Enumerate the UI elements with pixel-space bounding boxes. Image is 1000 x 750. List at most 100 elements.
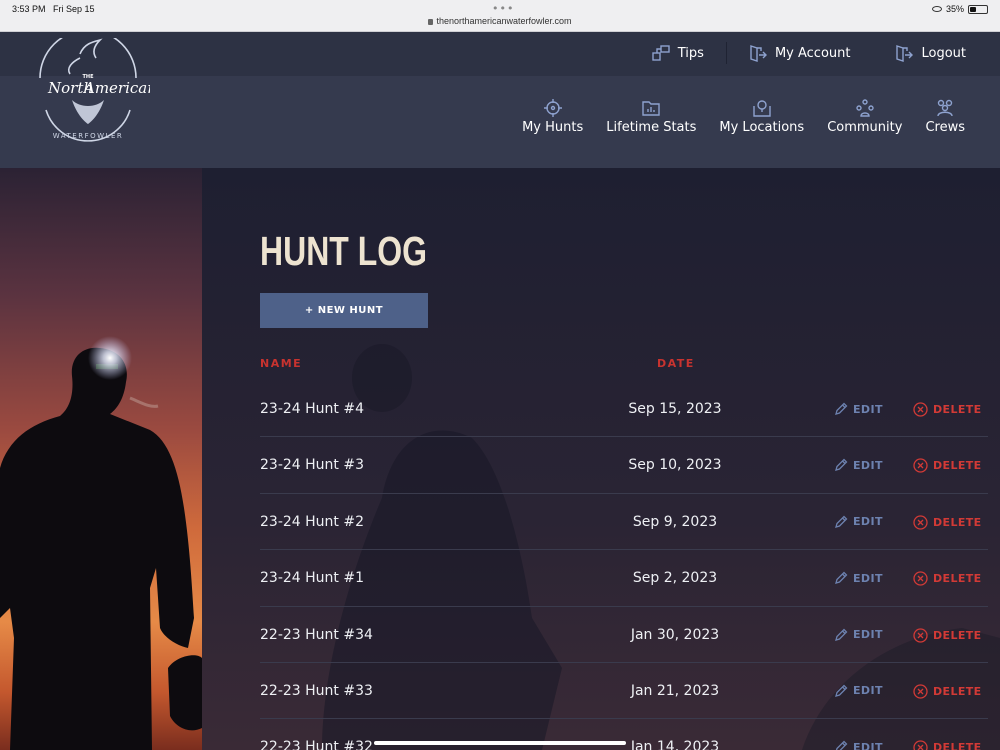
pencil-icon <box>835 402 848 415</box>
tips-label: Tips <box>677 45 704 61</box>
hunt-name[interactable]: 23-24 Hunt #3 <box>260 457 364 473</box>
delete-label: DELETE <box>933 628 982 642</box>
edit-button[interactable]: EDIT <box>834 458 883 472</box>
close-circle-icon <box>913 402 928 417</box>
page-title: HUNT LOG <box>260 228 427 274</box>
edit-label: EDIT <box>853 515 883 529</box>
hunt-date: Jan 30, 2023 <box>630 626 720 643</box>
hunt-row[interactable]: 23-24 Hunt #2 Sep 9, 2023 EDIT DELETE <box>260 494 988 551</box>
hunt-row[interactable]: 22-23 Hunt #33 Jan 21, 2023 EDIT DELETE <box>260 663 988 720</box>
nav-my-locations[interactable]: My Locations <box>719 98 804 135</box>
main-nav: My Hunts Lifetime Stats My Locations Com… <box>522 98 965 135</box>
hunt-date: Sep 2, 2023 <box>632 570 718 587</box>
multitask-dots-icon[interactable]: ••• <box>492 2 514 15</box>
util-divider <box>725 42 727 64</box>
hunt-date: Sep 15, 2023 <box>628 401 722 417</box>
close-circle-icon <box>913 458 928 474</box>
hunt-name[interactable]: 22-23 Hunt #33 <box>260 683 373 699</box>
hunt-date: Sep 10, 2023 <box>628 457 722 474</box>
edit-label: EDIT <box>853 684 883 698</box>
delete-button[interactable]: DELETE <box>913 458 982 474</box>
delete-label: DELETE <box>933 403 982 416</box>
delete-button[interactable]: DELETE <box>913 402 982 417</box>
edit-button[interactable]: EDIT <box>834 684 883 698</box>
nav-lifetime-stats[interactable]: Lifetime Stats <box>606 98 696 135</box>
pencil-icon <box>835 740 848 750</box>
crosshair-icon <box>543 99 562 117</box>
logout-link[interactable]: Logout <box>895 44 966 62</box>
edit-button[interactable]: EDIT <box>834 402 883 416</box>
edit-button[interactable]: EDIT <box>834 515 883 529</box>
tips-icon <box>652 45 670 61</box>
delete-button[interactable]: DELETE <box>913 684 982 699</box>
home-indicator[interactable] <box>374 741 626 745</box>
pencil-icon <box>835 458 848 472</box>
hunt-name[interactable]: 23-24 Hunt #2 <box>260 514 364 530</box>
hunter-silhouette-image <box>0 336 202 750</box>
battery-icon <box>968 4 988 14</box>
edit-label: EDIT <box>853 458 883 472</box>
hunt-name[interactable]: 22-23 Hunt #32 <box>260 739 373 750</box>
delete-label: DELETE <box>933 572 982 586</box>
new-hunt-button[interactable]: + NEW HUNT <box>260 293 428 328</box>
edit-button[interactable]: EDIT <box>834 628 883 642</box>
hunt-row[interactable]: 22-23 Hunt #32 Jan 14, 2023 EDIT DELETE <box>260 719 988 750</box>
hunt-list: 23-24 Hunt #4 Sep 15, 2023 EDIT DELETE 23-24… <box>260 381 988 750</box>
ios-status-bar: 3:53 PM Fri Sep 15 ••• thenorthamericanw… <box>0 0 1000 32</box>
edit-button[interactable]: EDIT <box>834 571 883 585</box>
pencil-icon <box>835 628 848 641</box>
location-icon <box>753 100 771 117</box>
close-circle-icon <box>913 571 928 586</box>
delete-button[interactable]: DELETE <box>913 740 982 750</box>
delete-button[interactable]: DELETE <box>913 627 982 643</box>
tips-link[interactable]: Tips <box>652 44 704 62</box>
hunt-row[interactable]: 22-23 Hunt #34 Jan 30, 2023 EDIT DELETE <box>260 607 988 663</box>
hero-photo <box>0 168 202 750</box>
url-bar[interactable]: thenorthamericanwaterfowler.com <box>0 16 1000 26</box>
logout-label: Logout <box>921 45 966 61</box>
edit-label: EDIT <box>853 628 883 642</box>
my-account-label: My Account <box>774 45 851 61</box>
chart-folder-icon <box>642 101 661 116</box>
hunt-name[interactable]: 23-24 Hunt #4 <box>260 401 364 417</box>
edit-button[interactable]: EDIT <box>834 740 883 750</box>
nav-crews[interactable]: Crews <box>925 98 965 135</box>
nav-lifetime-stats-label: Lifetime Stats <box>606 120 697 135</box>
nav-crews-label: Crews <box>925 120 965 135</box>
battery-percent: 35% <box>945 4 964 14</box>
close-circle-icon <box>913 684 928 699</box>
site-logo[interactable]: THE North American WATERFOWLER <box>26 38 150 150</box>
nav-community[interactable]: Community <box>827 98 902 135</box>
privacy-icon <box>931 6 942 12</box>
edit-label: EDIT <box>853 740 883 750</box>
nav-community-label: Community <box>827 120 903 135</box>
svg-text:WATERFOWLER: WATERFOWLER <box>53 132 124 140</box>
hunt-row[interactable]: 23-24 Hunt #3 Sep 10, 2023 EDIT DELETE <box>260 437 988 494</box>
hunt-row[interactable]: 23-24 Hunt #1 Sep 2, 2023 EDIT DELETE <box>260 550 988 607</box>
delete-button[interactable]: DELETE <box>913 571 982 586</box>
nav-my-hunts[interactable]: My Hunts <box>522 98 583 135</box>
my-account-link[interactable]: My Account <box>749 44 851 62</box>
edit-label: EDIT <box>853 402 883 416</box>
close-circle-icon <box>913 515 928 530</box>
delete-label: DELETE <box>933 515 982 529</box>
community-icon <box>856 99 874 117</box>
nav-my-locations-label: My Locations <box>719 120 805 135</box>
hunt-date: Sep 9, 2023 <box>632 513 718 530</box>
utility-nav: Tips My Account Logout <box>652 42 966 64</box>
hunt-date: Jan 21, 2023 <box>630 682 720 699</box>
delete-label: DELETE <box>933 459 982 473</box>
pencil-icon <box>835 515 848 528</box>
delete-button[interactable]: DELETE <box>913 515 982 530</box>
hunt-log-panel: HUNT LOG + NEW HUNT NAME DATE 23-24 Hunt… <box>202 168 1000 750</box>
hunt-name[interactable]: 22-23 Hunt #34 <box>260 627 373 643</box>
close-circle-icon <box>913 627 928 643</box>
column-header-name[interactable]: NAME <box>260 357 302 370</box>
column-header-date[interactable]: DATE <box>657 357 695 370</box>
nav-my-hunts-label: My Hunts <box>522 120 584 135</box>
close-circle-icon <box>913 740 928 750</box>
svg-text:American: American <box>82 79 150 97</box>
hunt-row[interactable]: 23-24 Hunt #4 Sep 15, 2023 EDIT DELETE <box>260 381 988 438</box>
pencil-icon <box>835 684 848 697</box>
hunt-name[interactable]: 23-24 Hunt #1 <box>260 570 364 586</box>
